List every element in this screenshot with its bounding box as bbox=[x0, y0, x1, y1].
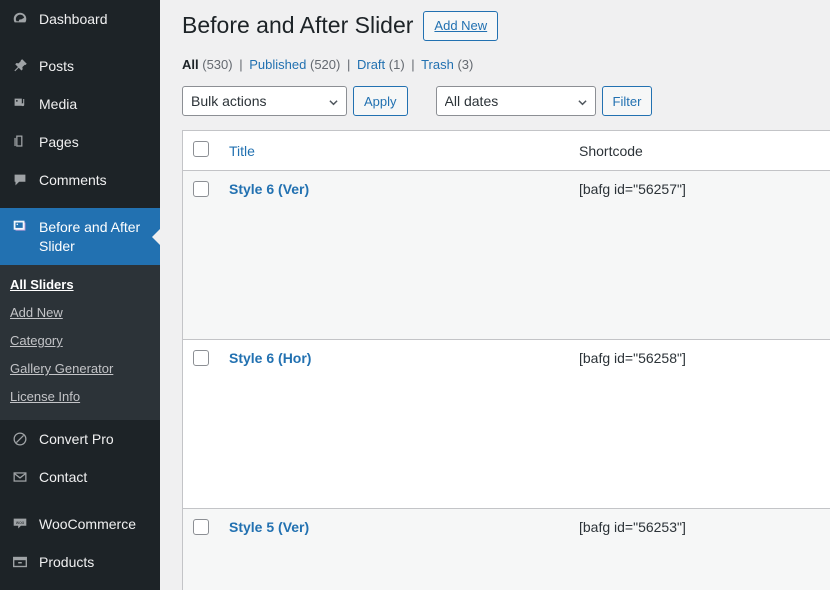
row-shortcode-cell: [bafg id="56257"] bbox=[569, 171, 789, 340]
sidebar-divider bbox=[0, 38, 160, 47]
table-navigation-top: Bulk actions Apply All dates Filter bbox=[182, 86, 830, 116]
row-shortcode-cell: [bafg id="56258"] bbox=[569, 340, 789, 509]
row-spacer-cell bbox=[789, 171, 830, 340]
status-filter-trash-count: (3) bbox=[457, 57, 474, 72]
status-filter-trash[interactable]: Trash bbox=[421, 57, 454, 72]
row-title-link[interactable]: Style 5 (Ver) bbox=[229, 519, 309, 535]
select-all-header bbox=[183, 131, 219, 171]
status-filter-separator: | bbox=[239, 57, 243, 72]
row-checkbox[interactable] bbox=[193, 181, 209, 197]
sidebar-item-label: Dashboard bbox=[39, 11, 108, 27]
pin-icon bbox=[10, 56, 30, 76]
sidebar-item-products[interactable]: Products bbox=[0, 543, 160, 581]
pages-icon bbox=[10, 132, 30, 152]
images-stack-icon bbox=[10, 217, 30, 237]
sidebar-item-label: Convert Pro bbox=[39, 431, 114, 447]
bulk-actions-wrapper: Bulk actions bbox=[182, 86, 347, 116]
admin-screen: Dashboard Posts Media Pages Comments Bef… bbox=[0, 0, 830, 590]
sidebar-item-before-and-after-slider[interactable]: Before and After Slider bbox=[0, 208, 160, 265]
sidebar-item-convert-pro[interactable]: Convert Pro bbox=[0, 420, 160, 458]
svg-text:woo: woo bbox=[16, 520, 25, 525]
row-title-cell: Style 6 (Ver) bbox=[219, 171, 569, 340]
status-filter-draft-count: (1) bbox=[388, 57, 405, 72]
page-header: Before and After Slider Add New bbox=[182, 0, 830, 41]
row-checkbox[interactable] bbox=[193, 350, 209, 366]
table-row: Style 5 (Ver) [bafg id="56253"] bbox=[183, 509, 830, 590]
status-filter-all-count: (530) bbox=[202, 57, 233, 72]
select-all-checkbox[interactable] bbox=[193, 141, 209, 157]
row-select-cell bbox=[183, 509, 219, 590]
main-content: Before and After Slider Add New All (530… bbox=[160, 0, 830, 590]
bulk-actions-select[interactable]: Bulk actions bbox=[182, 86, 347, 116]
sidebar-item-label: WooCommerce bbox=[39, 516, 136, 532]
sidebar-item-label: Posts bbox=[39, 58, 75, 74]
column-header-title-link[interactable]: Title bbox=[229, 143, 255, 159]
table-row: Style 6 (Ver) [bafg id="56257"] bbox=[183, 171, 830, 340]
row-select-cell bbox=[183, 340, 219, 509]
add-new-button[interactable]: Add New bbox=[423, 11, 499, 41]
column-header-shortcode: Shortcode bbox=[569, 131, 789, 171]
table-body: Style 6 (Ver) [bafg id="56257"] Style 6 … bbox=[183, 171, 830, 590]
status-filter-separator: | bbox=[411, 57, 415, 72]
table-row: Style 6 (Hor) [bafg id="56258"] bbox=[183, 340, 830, 509]
submenu-item-all-sliders[interactable]: All Sliders bbox=[0, 271, 160, 299]
column-header-title: Title bbox=[219, 131, 569, 171]
status-filter-all[interactable]: All bbox=[182, 57, 199, 72]
sidebar-item-analytics[interactable]: Analytics bbox=[0, 581, 160, 590]
comment-icon bbox=[10, 170, 30, 190]
sidebar-item-label: Comments bbox=[39, 172, 107, 188]
submenu-item-add-new[interactable]: Add New bbox=[0, 299, 160, 327]
table-head: Title Shortcode bbox=[183, 131, 830, 171]
sidebar-submenu: All Sliders Add New Category Gallery Gen… bbox=[0, 265, 160, 420]
row-checkbox[interactable] bbox=[193, 519, 209, 535]
dashboard-icon bbox=[10, 9, 30, 29]
page-title: Before and After Slider bbox=[182, 12, 414, 39]
status-filter-published[interactable]: Published bbox=[249, 57, 306, 72]
sidebar-item-contact[interactable]: Contact bbox=[0, 458, 160, 496]
convert-pro-icon bbox=[10, 429, 30, 449]
column-header-spacer bbox=[789, 131, 830, 171]
submenu-item-category[interactable]: Category bbox=[0, 327, 160, 355]
row-spacer-cell bbox=[789, 509, 830, 590]
sidebar-item-media[interactable]: Media bbox=[0, 85, 160, 123]
sidebar-item-comments[interactable]: Comments bbox=[0, 161, 160, 199]
submenu-item-gallery-generator[interactable]: Gallery Generator bbox=[0, 355, 160, 383]
filter-button[interactable]: Filter bbox=[601, 86, 653, 116]
sidebar-item-dashboard[interactable]: Dashboard bbox=[0, 0, 160, 38]
sidebar-item-label: Before and After Slider bbox=[39, 219, 141, 254]
table-header-row: Title Shortcode bbox=[183, 131, 830, 171]
current-menu-arrow bbox=[152, 228, 160, 245]
row-title-link[interactable]: Style 6 (Hor) bbox=[229, 350, 311, 366]
media-icon bbox=[10, 94, 30, 114]
sidebar-item-label: Products bbox=[39, 554, 95, 570]
sliders-table: Title Shortcode Style 6 (Ver) [bafg id="… bbox=[182, 130, 830, 590]
submenu-item-license-info[interactable]: License Info bbox=[0, 383, 160, 411]
sidebar-divider bbox=[0, 199, 160, 208]
row-spacer-cell bbox=[789, 340, 830, 509]
envelope-icon bbox=[10, 467, 30, 487]
row-shortcode-cell: [bafg id="56253"] bbox=[569, 509, 789, 590]
sidebar-divider bbox=[0, 496, 160, 505]
row-title-cell: Style 6 (Hor) bbox=[219, 340, 569, 509]
sidebar-item-label: Media bbox=[39, 96, 78, 112]
woocommerce-icon: woo bbox=[10, 514, 30, 534]
status-filter-published-count: (520) bbox=[309, 57, 341, 72]
sidebar-item-woocommerce[interactable]: woo WooCommerce bbox=[0, 505, 160, 543]
status-filter-links: All (530) | Published (520) | Draft (1) … bbox=[182, 55, 830, 75]
row-select-cell bbox=[183, 171, 219, 340]
date-filter-wrapper: All dates bbox=[435, 86, 596, 116]
row-title-link[interactable]: Style 6 (Ver) bbox=[229, 181, 309, 197]
apply-button[interactable]: Apply bbox=[353, 86, 408, 116]
sidebar-item-label: Pages bbox=[39, 134, 79, 150]
status-filter-draft[interactable]: Draft bbox=[357, 57, 385, 72]
date-filter-select[interactable]: All dates bbox=[435, 86, 596, 116]
products-box-icon bbox=[10, 552, 30, 572]
admin-sidebar: Dashboard Posts Media Pages Comments Bef… bbox=[0, 0, 160, 590]
sidebar-item-posts[interactable]: Posts bbox=[0, 47, 160, 85]
status-filter-separator: | bbox=[346, 57, 351, 72]
sidebar-item-label: Contact bbox=[39, 469, 88, 485]
row-title-cell: Style 5 (Ver) bbox=[219, 509, 569, 590]
sidebar-item-pages[interactable]: Pages bbox=[0, 123, 160, 161]
